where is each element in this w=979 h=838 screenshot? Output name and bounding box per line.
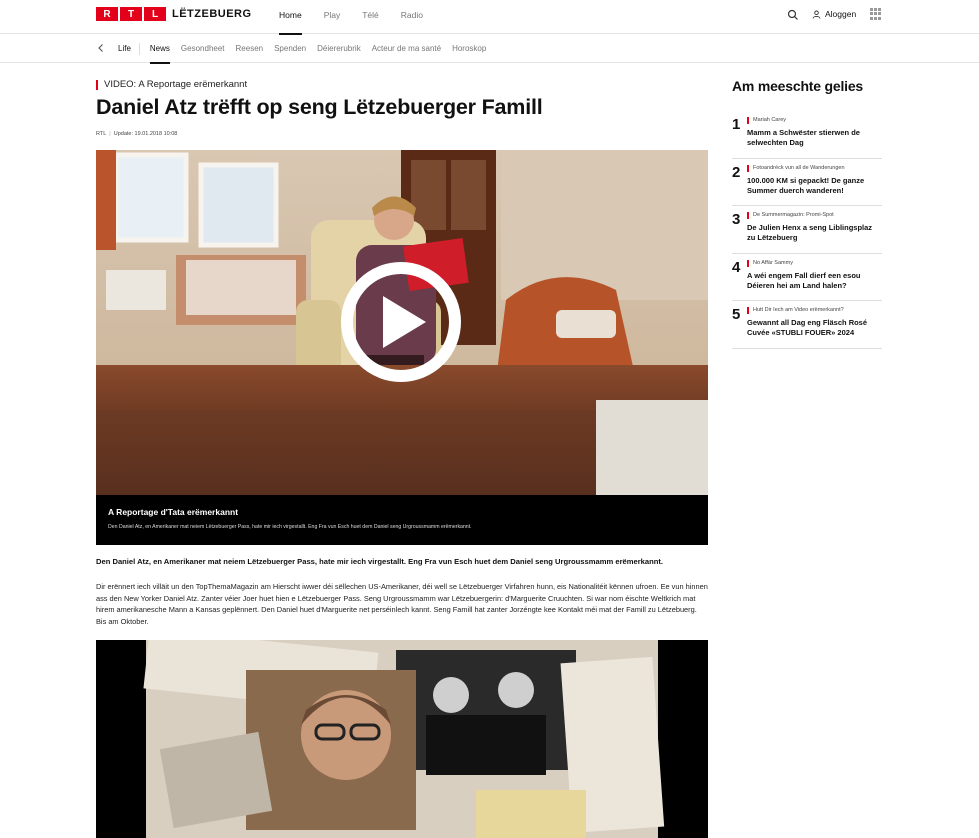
rank-number: 1 <box>732 116 741 133</box>
nav-tele[interactable]: Télé <box>362 0 379 34</box>
video-caption-title: A Reportage d'Tata erëmerkannt <box>108 507 239 517</box>
user-icon <box>812 10 821 19</box>
rank-number: 3 <box>732 211 741 228</box>
article-body: Dir erënnert iech villäit un den TopThem… <box>96 582 708 626</box>
rank-number: 2 <box>732 163 741 181</box>
apps-grid-icon[interactable] <box>870 8 882 20</box>
subnav-life[interactable]: Life <box>118 34 131 63</box>
item-category: Mariah Carey <box>747 117 786 124</box>
article-updated: Update: 19.01.2018 10:08 <box>113 131 178 137</box>
subnav-divider <box>138 43 140 55</box>
nav-play[interactable]: Play <box>324 0 341 34</box>
login-label: Aloggen <box>825 9 857 19</box>
item-headline[interactable]: A wéi engem Fall dierf een esou Déieren … <box>747 271 882 291</box>
rank-number: 5 <box>732 306 741 323</box>
most-read-item[interactable]: 5 Hutt Dir Iech am Video erëmerkannt? Ge… <box>732 301 882 349</box>
logo-wordmark: LËTZEBUERG <box>172 8 252 20</box>
most-read-title: Am meeschte gelies <box>732 78 864 94</box>
photo-collage-image <box>143 640 665 838</box>
subnav-reesen[interactable]: Reesen <box>236 34 264 63</box>
item-headline[interactable]: De Julien Henx a seng Liblingsplaz zu Lë… <box>747 223 882 243</box>
article-title: Daniel Atz trëfft op seng Lëtzebuerger F… <box>96 95 543 119</box>
item-headline[interactable]: 100.000 KM si gepackt! De ganze Summer d… <box>747 176 882 196</box>
subnav-gesondheet[interactable]: Gesondheet <box>181 34 225 63</box>
nav-home[interactable]: Home <box>279 0 302 35</box>
login-button[interactable]: Aloggen <box>812 9 856 19</box>
item-headline[interactable]: Mamm a Schwëster stierwen de selwechten … <box>747 128 882 148</box>
search-icon[interactable] <box>786 8 800 22</box>
subnav-horoskop[interactable]: Horoskop <box>452 34 486 63</box>
rank-number: 4 <box>732 258 741 276</box>
article-kicker: VIDEO: A Reportage erëmerkannt <box>96 80 247 90</box>
video-player[interactable] <box>96 150 708 495</box>
video-caption-text: Den Daniel Atz, en Amerikaner mat neiem … <box>108 524 472 530</box>
article-meta: RTL | Update: 19.01.2018 10:08 <box>96 131 178 137</box>
article-source: RTL <box>96 131 107 137</box>
most-read-item[interactable]: 1 Mariah Carey Mamm a Schwëster stierwen… <box>732 111 882 159</box>
most-read-item[interactable]: 4 No Affär Sammy A wéi engem Fall dierf … <box>732 254 882 301</box>
most-read-item[interactable]: 2 Fotoandréck vun all de Wanderungen 100… <box>732 159 882 206</box>
chevron-left-icon[interactable] <box>96 43 106 53</box>
article-image <box>96 640 708 838</box>
item-headline[interactable]: Gewannt all Dag eng Fläsch Rosé Cuvée «S… <box>747 318 882 338</box>
video-caption: A Reportage d'Tata erëmerkannt Den Danie… <box>96 495 708 545</box>
nav-radio[interactable]: Radio <box>401 0 423 34</box>
subnav-acteur-de-ma-sante[interactable]: Acteur de ma santé <box>372 34 441 63</box>
most-read-item[interactable]: 3 De Summermagazin: Promi-Spot De Julien… <box>732 206 882 254</box>
item-category: De Summermagazin: Promi-Spot <box>747 212 834 219</box>
video-thumbnail <box>96 150 708 495</box>
subnav-news[interactable]: News <box>149 34 170 64</box>
top-header: R T L LËTZEBUERG Home Play Télé Radio Al… <box>0 0 979 35</box>
item-category: Hutt Dir Iech am Video erëmerkannt? <box>747 307 844 314</box>
most-read-list: 1 Mariah Carey Mamm a Schwëster stierwen… <box>732 111 882 349</box>
article-lead: Den Daniel Atz, en Amerikaner mat neiem … <box>96 557 664 566</box>
subnav-deiererubrik[interactable]: Déiererubrik <box>317 34 361 63</box>
rtl-logo[interactable]: R T L LËTZEBUERG <box>96 7 252 21</box>
section-nav: Life News Gesondheet Reesen Spenden Déie… <box>0 34 979 64</box>
main-nav: Home Play Télé Radio <box>279 0 445 35</box>
logo-letter-l: L <box>144 7 166 21</box>
logo-letter-r: R <box>96 7 118 21</box>
subnav-spenden[interactable]: Spenden <box>274 34 306 63</box>
item-category: Fotoandréck vun all de Wanderungen <box>747 164 845 172</box>
logo-letter-t: T <box>120 7 142 21</box>
item-category: No Affär Sammy <box>747 259 793 267</box>
